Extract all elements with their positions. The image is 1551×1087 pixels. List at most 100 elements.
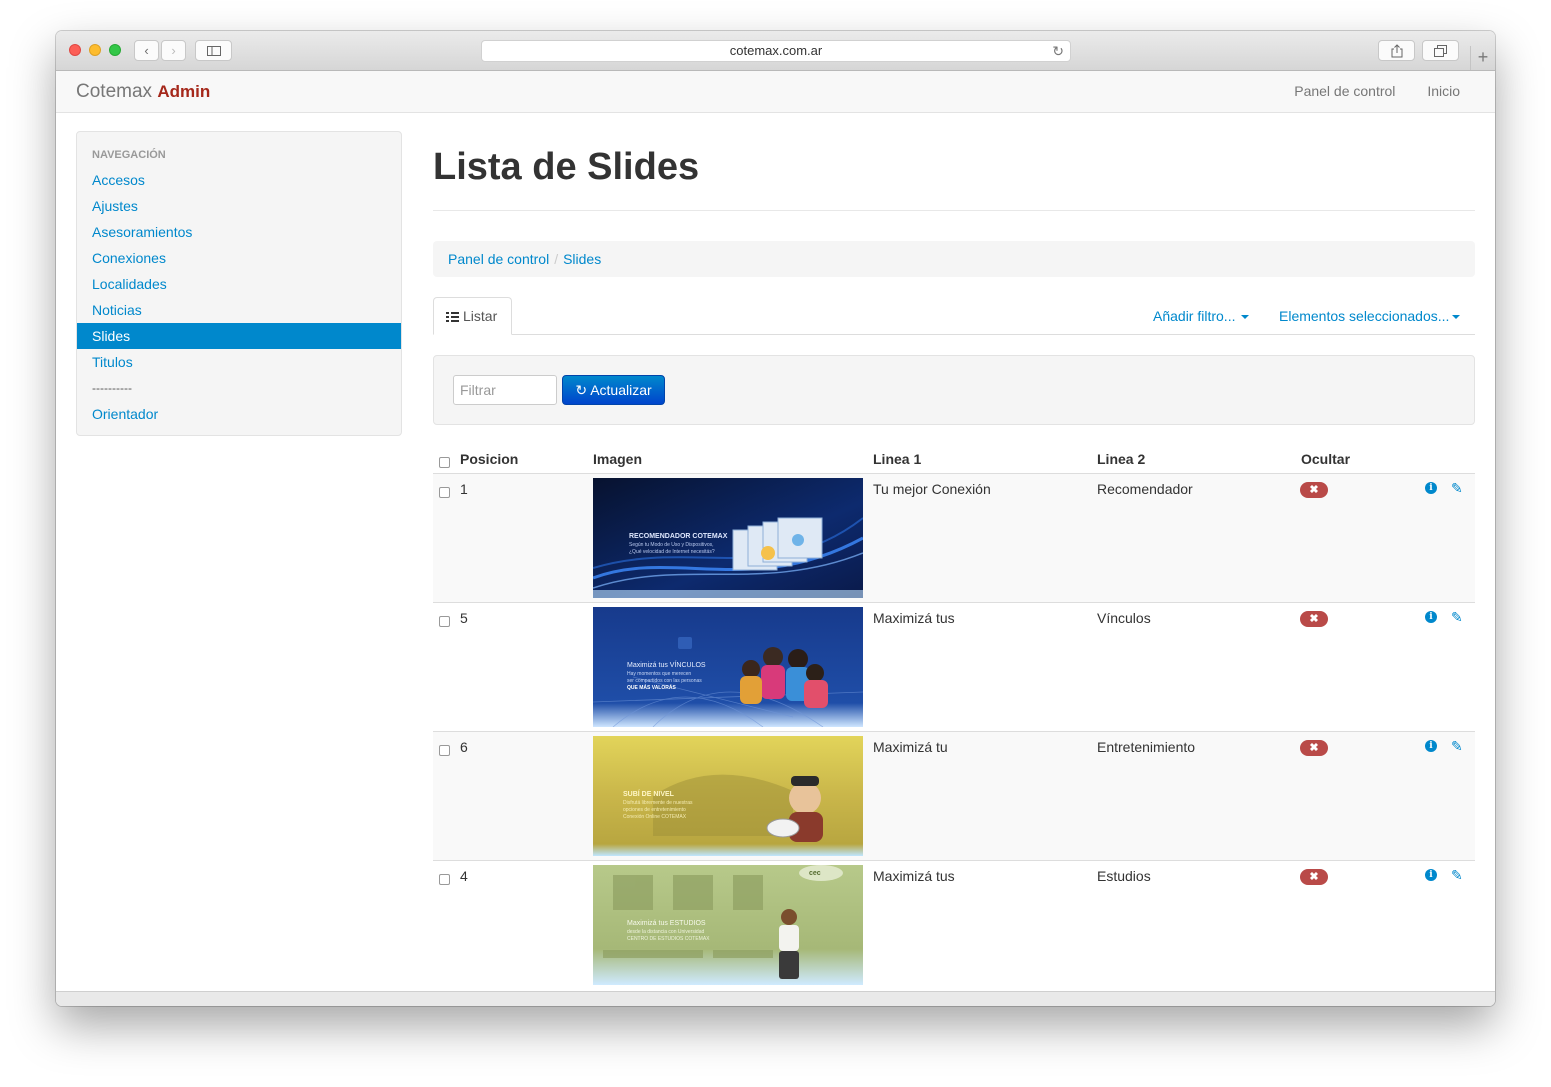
caret-down-icon xyxy=(1452,315,1461,320)
sidebar-header: NAVEGACIÓN xyxy=(92,149,166,161)
row-checkbox[interactable] xyxy=(439,616,450,627)
row-checkbox[interactable] xyxy=(439,874,450,885)
table-row: 6 SUBÍ DE NIVEL Disfrutá libremente de n… xyxy=(433,731,1475,860)
row-position: 5 xyxy=(460,610,468,626)
tab-listar-label: Listar xyxy=(463,308,498,324)
browser-bottom-edge xyxy=(56,991,1495,1006)
minimize-window-button[interactable] xyxy=(89,44,101,56)
thumb-subtitle-1: desde la distancia con Universidad xyxy=(627,929,704,935)
reload-icon[interactable]: ↻ xyxy=(1052,41,1064,61)
hidden-status-badge[interactable]: ✖ xyxy=(1300,869,1328,885)
row-line1: Maximizá tus xyxy=(873,610,955,626)
breadcrumb-panel[interactable]: Panel de control xyxy=(448,251,549,267)
column-header-linea1[interactable]: Linea 1 xyxy=(873,451,921,467)
title-divider xyxy=(433,210,1475,211)
sidebar-item-asesoramientos[interactable]: Asesoramientos xyxy=(77,219,401,245)
info-icon[interactable]: i xyxy=(1425,869,1437,881)
thumb-subtitle-1: Hay momentos que merecen xyxy=(627,671,691,677)
tabs-icon xyxy=(1434,44,1447,57)
refresh-label: Actualizar xyxy=(590,382,652,398)
tabs-overview-button[interactable] xyxy=(1422,40,1459,61)
hidden-status-badge[interactable]: ✖ xyxy=(1300,740,1328,756)
row-checkbox[interactable] xyxy=(439,487,450,498)
slide-thumbnail[interactable]: Maximizá tus VÍNCULOS Hay momentos que m… xyxy=(593,607,863,727)
sidebar-toggle-button[interactable] xyxy=(195,40,232,61)
close-window-button[interactable] xyxy=(69,44,81,56)
column-header-posicion[interactable]: Posicion xyxy=(460,451,518,467)
x-icon: ✖ xyxy=(1309,871,1319,883)
new-tab-button[interactable]: + xyxy=(1470,46,1495,70)
brand-name: Cotemax xyxy=(76,81,153,102)
back-button[interactable]: ‹ xyxy=(134,40,159,61)
thumb-title: Maximizá tus VÍNCULOS xyxy=(627,660,706,669)
slide-thumbnail[interactable]: cec Maximizá tus ESTUDIOS desde la dista… xyxy=(593,865,863,985)
sidebar-item-noticias[interactable]: Noticias xyxy=(77,297,401,323)
column-header-linea2[interactable]: Linea 2 xyxy=(1097,451,1145,467)
breadcrumb-separator: / xyxy=(554,251,559,267)
info-icon[interactable]: i xyxy=(1425,611,1437,623)
navbar-links: Panel de control Inicio xyxy=(1266,83,1460,99)
sidebar-item-ajustes[interactable]: Ajustes xyxy=(77,193,401,219)
sidebar-nav: NAVEGACIÓN Accesos Ajustes Asesoramiento… xyxy=(76,131,402,436)
sidebar-item-slides[interactable]: Slides xyxy=(77,323,401,349)
x-icon: ✖ xyxy=(1309,484,1319,496)
thumb-title: SUBÍ DE NIVEL xyxy=(623,789,675,798)
refresh-button[interactable]: ↻ Actualizar xyxy=(562,375,665,405)
thumb-subtitle-1: Disfrutá libremente de nuestras xyxy=(623,800,693,806)
row-line2: Estudios xyxy=(1097,868,1151,884)
slide-thumbnail[interactable]: SUBÍ DE NIVEL Disfrutá libremente de nue… xyxy=(593,736,863,856)
pencil-icon[interactable]: ✎ xyxy=(1451,738,1463,755)
row-line2: Vínculos xyxy=(1097,610,1151,626)
table-row: 4 cec Maximizá tus ESTUDIOS desde la dis… xyxy=(433,860,1475,989)
thumb-logo: cec xyxy=(809,870,821,877)
row-line1: Maximizá tus xyxy=(873,868,955,884)
row-line1: Tu mejor Conexión xyxy=(873,481,991,497)
sidebar-item-localidades[interactable]: Localidades xyxy=(77,271,401,297)
address-bar[interactable]: cotemax.com.ar ↻ xyxy=(481,40,1071,62)
hidden-status-badge[interactable]: ✖ xyxy=(1300,611,1328,627)
add-filter-dropdown[interactable]: Añadir filtro... xyxy=(1153,308,1250,324)
column-header-ocultar[interactable]: Ocultar xyxy=(1301,451,1350,467)
share-icon xyxy=(1391,43,1402,57)
thumb-subtitle-2: ¿Qué velocidad de Internet necesitás? xyxy=(629,549,715,555)
pencil-icon[interactable]: ✎ xyxy=(1451,867,1463,884)
page-title: Lista de Slides xyxy=(433,146,700,188)
row-position: 4 xyxy=(460,868,468,884)
chevron-left-icon: ‹ xyxy=(144,43,149,58)
brand-logo[interactable]: Cotemax Admin xyxy=(76,81,210,103)
sidebar-item-accesos[interactable]: Accesos xyxy=(77,167,401,193)
thumb-subtitle-2: ser compartidos con las personas xyxy=(627,678,702,684)
sidebar-item-orientador[interactable]: Orientador xyxy=(77,401,401,427)
share-button[interactable] xyxy=(1378,40,1415,61)
thumb-title: RECOMENDADOR COTEMAX xyxy=(629,533,728,540)
url-text: cotemax.com.ar xyxy=(729,43,823,58)
hidden-status-badge[interactable]: ✖ xyxy=(1300,482,1328,498)
tab-listar[interactable]: Listar xyxy=(433,297,512,335)
x-icon: ✖ xyxy=(1309,742,1319,754)
zoom-window-button[interactable] xyxy=(109,44,121,56)
info-icon[interactable]: i xyxy=(1425,740,1437,752)
sidebar-item-titulos[interactable]: Titulos xyxy=(77,349,401,375)
refresh-icon: ↻ xyxy=(575,382,588,398)
selected-elements-label: Elementos seleccionados... xyxy=(1279,308,1450,324)
sidebar-separator: ---------- xyxy=(92,381,132,395)
info-icon[interactable]: i xyxy=(1425,482,1437,494)
sidebar-icon xyxy=(206,45,221,56)
slide-thumbnail[interactable]: RECOMENDADOR COTEMAX Según tu Modo de Us… xyxy=(593,478,863,598)
browser-titlebar: ‹ › cotemax.com.ar ↻ + xyxy=(56,31,1495,71)
select-all-checkbox[interactable] xyxy=(439,457,450,468)
nav-link-inicio[interactable]: Inicio xyxy=(1427,83,1460,99)
selected-elements-dropdown[interactable]: Elementos seleccionados... xyxy=(1279,308,1461,324)
row-checkbox[interactable] xyxy=(439,745,450,756)
forward-button[interactable]: › xyxy=(161,40,186,61)
nav-link-panel[interactable]: Panel de control xyxy=(1294,83,1395,99)
row-line1: Maximizá tu xyxy=(873,739,948,755)
pencil-icon[interactable]: ✎ xyxy=(1451,609,1463,626)
pencil-icon[interactable]: ✎ xyxy=(1451,480,1463,497)
column-header-imagen[interactable]: Imagen xyxy=(593,451,642,467)
filter-input[interactable] xyxy=(453,375,557,405)
breadcrumb-slides[interactable]: Slides xyxy=(563,251,601,267)
thumb-subtitle-1: Según tu Modo de Uso y Dispositivos, xyxy=(629,542,714,548)
row-line2: Entretenimiento xyxy=(1097,739,1196,755)
sidebar-item-conexiones[interactable]: Conexiones xyxy=(77,245,401,271)
